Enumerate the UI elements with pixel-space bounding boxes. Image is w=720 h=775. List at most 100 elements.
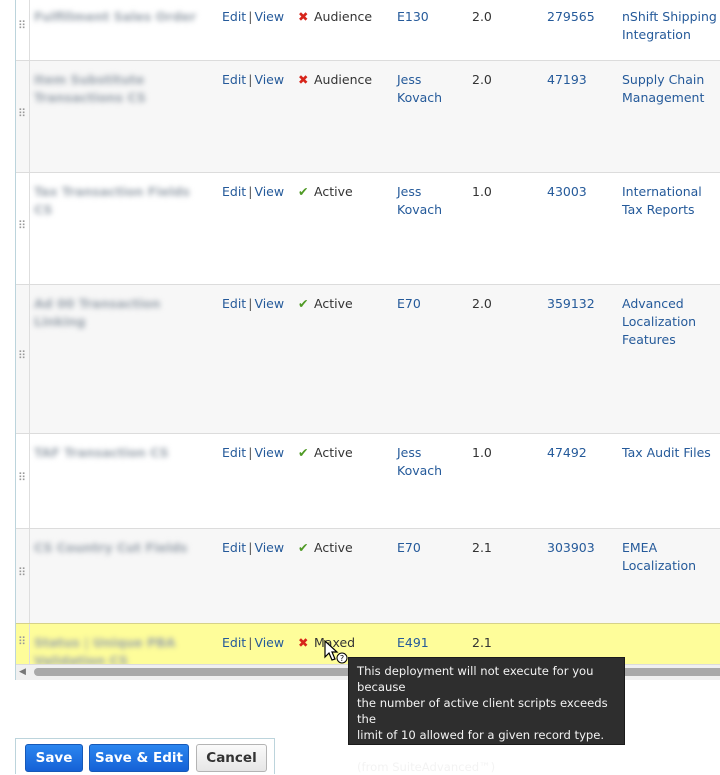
owner-link[interactable]: E70	[397, 539, 467, 557]
row-actions: Edit | View	[222, 539, 284, 557]
status-label: Audience	[314, 72, 373, 87]
status-label: Active	[314, 184, 353, 199]
row-actions: Edit | View	[222, 71, 284, 89]
owner-link[interactable]: Jess Kovach	[397, 71, 467, 107]
api-version: 2.0	[472, 72, 492, 87]
bundle-id-link[interactable]: 303903	[547, 539, 595, 557]
script-name: Ad 00 Transaction Linking	[34, 296, 161, 329]
bundle-id-link[interactable]: 43003	[547, 183, 587, 201]
deployment-status: ✖ Audience	[298, 71, 372, 89]
help-cursor-icon: ?	[324, 640, 348, 664]
x-icon: ✖	[298, 72, 309, 87]
deployment-status: ✔ Active	[298, 539, 353, 557]
bundle-id-link[interactable]: 47193	[547, 71, 587, 89]
bundle-id-link[interactable]: 359132	[547, 295, 595, 313]
table-row: ⠿ Tax Transaction Fields CS Edit | View ✔ Acti…	[16, 172, 720, 284]
view-link[interactable]: View	[254, 296, 284, 311]
script-name: TAF Transaction CS	[34, 445, 169, 460]
check-icon: ✔	[298, 184, 309, 199]
app-name-link[interactable]: Advanced Localization Features	[622, 295, 720, 349]
api-version: 2.0	[472, 9, 492, 24]
owner-link[interactable]: E130	[397, 8, 467, 26]
api-version: 2.1	[472, 635, 492, 650]
edit-link[interactable]: Edit	[222, 184, 246, 199]
owner-link[interactable]: E70	[397, 295, 467, 313]
drag-handle[interactable]: ⠿	[16, 61, 30, 172]
api-version: 1.0	[472, 184, 492, 199]
edit-link[interactable]: Edit	[222, 635, 246, 650]
svg-text:?: ?	[340, 654, 344, 663]
edit-link[interactable]: Edit	[222, 540, 246, 555]
api-version: 1.0	[472, 445, 492, 460]
scroll-left-arrow-icon[interactable]: ◀	[19, 667, 29, 677]
drag-handle[interactable]: ⠿	[16, 434, 30, 528]
drag-handle[interactable]: ⠿	[16, 529, 30, 623]
view-link[interactable]: View	[254, 445, 284, 460]
button-bar: Save Save & Edit Cancel	[15, 738, 275, 774]
table-row: ⠿ Ad 00 Transaction Linking Edit | View ✔ Acti…	[16, 284, 720, 433]
deployment-status: ✔ Active	[298, 295, 353, 313]
app-name-link[interactable]: nShift Shipping Integration	[622, 8, 720, 44]
drag-handle[interactable]: ⠿	[16, 0, 30, 60]
view-link[interactable]: View	[254, 540, 284, 555]
script-name: Tax Transaction Fields CS	[34, 184, 190, 217]
row-actions: Edit | View	[222, 444, 284, 462]
deployment-status: ✔ Active	[298, 444, 353, 462]
drag-grip-icon[interactable]: ⠿	[18, 20, 26, 35]
status-label: Active	[314, 445, 353, 460]
status-label: Audience	[314, 9, 373, 24]
drag-grip-icon[interactable]: ⠿	[18, 220, 26, 235]
tooltip-source: (from SuiteAdvanced™)	[357, 760, 496, 774]
edit-link[interactable]: Edit	[222, 296, 246, 311]
table-row: ⠿ Item Substitute Transactions CS Edit | Vie…	[16, 60, 720, 172]
script-name: Fulfillment Sales Order	[34, 9, 197, 24]
table-row: ⠿ Fulfillment Sales Order Edit | View ✖ Audien…	[16, 0, 720, 60]
x-icon: ✖	[298, 9, 309, 24]
api-version: 2.1	[472, 540, 492, 555]
table-row: ⠿ TAF Transaction CS Edit | View ✔ Active Jess …	[16, 433, 720, 528]
drag-handle[interactable]: ⠿	[16, 173, 30, 284]
view-link[interactable]: View	[254, 72, 284, 87]
row-actions: Edit | View	[222, 634, 284, 652]
check-icon: ✔	[298, 540, 309, 555]
drag-grip-icon[interactable]: ⠿	[18, 350, 26, 365]
owner-link[interactable]: Jess Kovach	[397, 183, 467, 219]
client-scripts-table: ⠿ Fulfillment Sales Order Edit | View ✖ Audien…	[15, 0, 720, 680]
view-link[interactable]: View	[254, 184, 284, 199]
script-name: Item Substitute Transactions CS	[34, 72, 146, 105]
drag-handle[interactable]: ⠿	[16, 285, 30, 433]
drag-grip-icon[interactable]: ⠿	[18, 472, 26, 487]
bundle-id-link[interactable]: 47492	[547, 444, 587, 462]
deployment-status: ✔ Active	[298, 183, 353, 201]
owner-link[interactable]: E491	[397, 634, 467, 652]
edit-link[interactable]: Edit	[222, 445, 246, 460]
drag-grip-icon[interactable]: ⠿	[18, 108, 26, 123]
status-label: Active	[314, 296, 353, 311]
check-icon: ✔	[298, 445, 309, 460]
drag-grip-icon[interactable]: ⠿	[18, 567, 26, 582]
save-button[interactable]: Save	[25, 744, 83, 772]
script-name: CS Country Cut Fields	[34, 540, 188, 555]
drag-grip-icon[interactable]: ⠿	[18, 636, 26, 651]
app-name-link[interactable]: Supply Chain Management	[622, 71, 720, 107]
save-and-edit-button[interactable]: Save & Edit	[89, 744, 189, 772]
owner-link[interactable]: Jess Kovach	[397, 444, 467, 480]
app-name-link[interactable]: Tax Audit Files	[622, 444, 720, 462]
bundle-id-link[interactable]: 279565	[547, 8, 595, 26]
table-row: ⠿ CS Country Cut Fields Edit | View ✔ Active E7…	[16, 528, 720, 623]
view-link[interactable]: View	[254, 635, 284, 650]
status-label: Active	[314, 540, 353, 555]
x-icon: ✖	[298, 635, 309, 650]
deployment-status: ✖ Audience	[298, 8, 372, 26]
app-name-link[interactable]: International Tax Reports	[622, 183, 720, 219]
tooltip: This deployment will not execute for you…	[348, 657, 625, 774]
cancel-button[interactable]: Cancel	[196, 744, 267, 772]
row-actions: Edit | View	[222, 183, 284, 201]
edit-link[interactable]: Edit	[222, 9, 246, 24]
drag-handle[interactable]: ⠿	[16, 624, 30, 665]
app-name-link[interactable]: EMEA Localization	[622, 539, 720, 575]
edit-link[interactable]: Edit	[222, 72, 246, 87]
api-version: 2.0	[472, 296, 492, 311]
tooltip-line: limit of 10 allowed for a given record t…	[357, 728, 605, 742]
view-link[interactable]: View	[254, 9, 284, 24]
